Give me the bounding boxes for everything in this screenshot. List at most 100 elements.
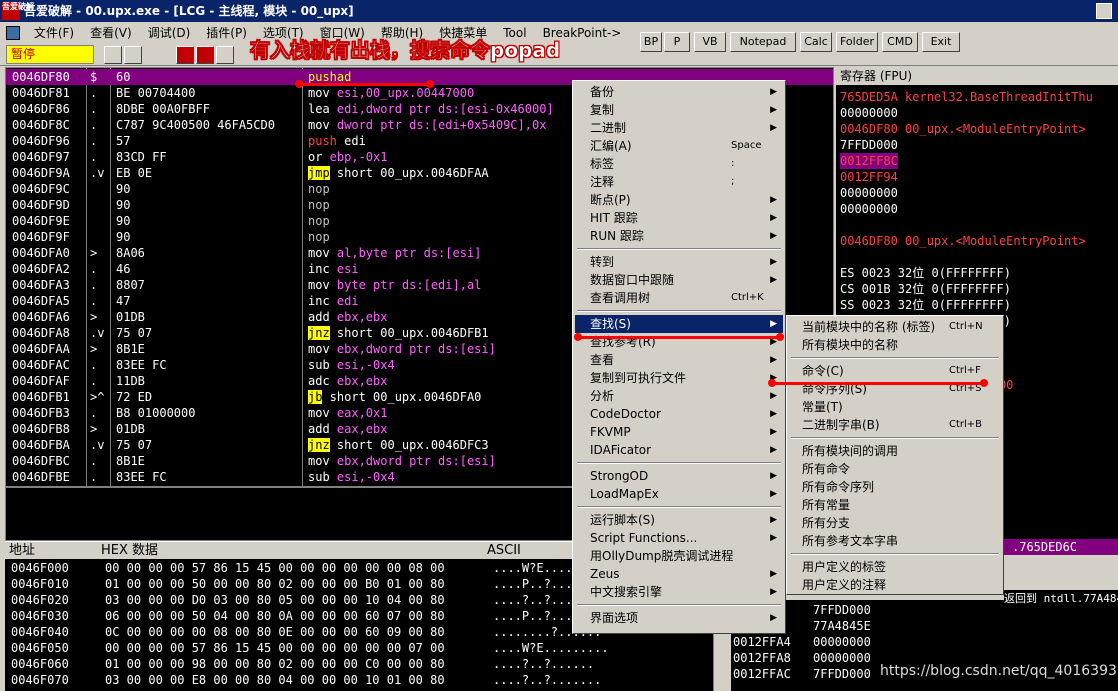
register-row[interactable]: 0046DF80 00_upx.<ModuleEntryPoint> — [840, 233, 1086, 249]
register-row[interactable]: 00000000 — [840, 201, 898, 217]
search-submenu: 当前模块中的名称 (标签) Ctrl+N 所有模块中的名称 命令(C) Ctrl+F 命令… — [786, 315, 1004, 595]
submenu-item[interactable]: 二进制字串(B) Ctrl+B — [789, 416, 1001, 434]
register-row[interactable]: 0012FF94 — [840, 169, 898, 185]
submenu-item[interactable]: 所有模块间的调用 — [789, 442, 1001, 460]
context-menu-item[interactable]: StrongOD ▶ — [575, 467, 783, 485]
register-row[interactable]: SS 0023 32位 0(FFFFFFFF) — [840, 297, 1011, 313]
submenu-item[interactable]: 当前模块中的名称 (标签) Ctrl+N — [789, 318, 1001, 336]
submenu-item[interactable]: 所有命令 — [789, 460, 1001, 478]
submenu-item[interactable]: 用户定义的标签 — [789, 558, 1001, 576]
disasm-hex: 8B1E — [116, 342, 145, 356]
submenu-item[interactable]: 命令(C) Ctrl+F — [789, 362, 1001, 380]
menu-item[interactable]: 插件(P) — [198, 22, 255, 44]
dump-row[interactable]: 0046F070 03 00 00 00 E8 00 00 80 04 00 00… — [11, 672, 711, 688]
register-row[interactable]: ES 0023 32位 0(FFFFFFFF) — [840, 265, 1011, 281]
context-menu-item[interactable]: CodeDoctor ▶ — [575, 405, 783, 423]
context-menu-item[interactable]: 注释; — [575, 173, 783, 191]
context-menu-item[interactable]: 数据窗口中跟随 ▶ — [575, 271, 783, 289]
register-row[interactable]: CS 001B 32位 0(FFFFFFFF) — [840, 281, 1011, 297]
context-menu-item[interactable]: 用OllyDump脱壳调试进程 — [575, 547, 783, 565]
context-menu-item[interactable]: 查找(S) ▶ — [575, 315, 783, 333]
disasm-flag: > — [90, 422, 98, 436]
toolbar-button-exit[interactable]: Exit — [922, 32, 960, 52]
submenu-item[interactable]: 所有分支 — [789, 514, 1001, 532]
context-menu-item[interactable]: 中文搜索引擎 ▶ — [575, 583, 783, 601]
menu-item-label: CodeDoctor — [590, 407, 661, 421]
context-menu-item[interactable]: 汇编(A) Space — [575, 137, 783, 155]
menu-item[interactable]: 调试(D) — [140, 22, 199, 44]
menu-item-label: 所有参考文本字串 — [802, 534, 899, 548]
operands: al,byte ptr ds:[esi] — [329, 246, 482, 260]
disasm-hex: 90 — [116, 198, 131, 212]
register-row[interactable]: 00000000 — [840, 185, 898, 201]
submenu-arrow-icon: ▶ — [770, 319, 777, 329]
menu-item-label: 备份 — [590, 85, 615, 99]
context-menu-item[interactable]: IDAFicator ▶ — [575, 441, 783, 459]
toolbar-button-cmd[interactable]: CMD — [882, 32, 918, 52]
register-row[interactable]: 7FFDD000 — [840, 137, 898, 153]
submenu-item[interactable]: 所有模块中的名称 — [789, 336, 1001, 354]
dump-row[interactable]: 0046F060 01 00 00 00 98 00 00 80 02 00 00… — [11, 656, 711, 672]
context-menu-item[interactable]: 备份 ▶ — [575, 83, 783, 101]
menu-item-label: 所有常量 — [802, 498, 851, 512]
context-menu-item[interactable]: Script Functions... ▶ — [575, 529, 783, 547]
disasm-instruction: inc edi — [308, 293, 359, 309]
disasm-instruction: nop — [308, 213, 330, 229]
annotation-line-find — [578, 336, 782, 339]
toolbar-button-folder[interactable]: Folder — [836, 32, 878, 52]
pause-icon[interactable] — [196, 46, 214, 64]
submenu-item[interactable]: 所有参考文本字串 — [789, 532, 1001, 550]
context-menu-item[interactable]: HIT 跟踪 ▶ — [575, 209, 783, 227]
context-menu-item[interactable]: 断点(P) ▶ — [575, 191, 783, 209]
context-menu-item[interactable]: FKVMP ▶ — [575, 423, 783, 441]
context-menu-item[interactable]: 二进制 ▶ — [575, 119, 783, 137]
menu-separator — [577, 462, 781, 464]
context-menu-item[interactable]: 转到 ▶ — [575, 253, 783, 271]
operands: esi,00_upx.00447000 — [329, 86, 475, 100]
app-menu-icon[interactable] — [6, 26, 20, 40]
submenu-item[interactable]: 所有常量 — [789, 496, 1001, 514]
run-icon[interactable] — [176, 46, 194, 64]
register-row[interactable]: 00000000 — [840, 105, 898, 121]
disasm-flag: > — [90, 310, 98, 324]
context-menu-item[interactable]: 复制到可执行文件 ▶ — [575, 369, 783, 387]
open-icon[interactable] — [104, 46, 122, 64]
toolbar-button-p[interactable]: P — [664, 32, 690, 52]
rewind-icon[interactable] — [124, 46, 142, 64]
submenu-arrow-icon: ▶ — [770, 533, 777, 543]
context-menu-item[interactable]: 查看 ▶ — [575, 351, 783, 369]
context-menu-item[interactable]: RUN 跟踪 ▶ — [575, 227, 783, 245]
context-menu-item[interactable]: 分析 ▶ — [575, 387, 783, 405]
toolbar-button-bp[interactable]: BP — [640, 32, 662, 52]
toolbar-button-vb[interactable]: VB — [694, 32, 726, 52]
disasm-flag: > — [90, 246, 98, 260]
mnemonic: push — [308, 134, 337, 148]
toolbar-button-notepad[interactable]: Notepad — [730, 32, 796, 52]
menu-item[interactable]: 查看(V) — [82, 22, 140, 44]
context-menu-item[interactable]: Zeus ▶ — [575, 565, 783, 583]
context-menu-item[interactable]: 运行脚本(S) ▶ — [575, 511, 783, 529]
submenu-item[interactable]: 所有命令序列 — [789, 478, 1001, 496]
window-control-button[interactable] — [1096, 3, 1112, 19]
step-icon[interactable] — [216, 46, 234, 64]
context-menu-item[interactable]: LoadMapEx ▶ — [575, 485, 783, 503]
context-menu-item[interactable]: 复制 ▶ — [575, 101, 783, 119]
context-menu-item[interactable]: 查看调用树 Ctrl+K — [575, 289, 783, 307]
operands: short 00_upx.0046DFB1 — [329, 326, 489, 340]
context-menu-item[interactable]: 标签: — [575, 155, 783, 173]
submenu-item[interactable]: 常量(T) — [789, 398, 1001, 416]
operands: esi,-0x4 — [329, 470, 395, 484]
submenu-item[interactable]: 用户定义的注释 — [789, 576, 1001, 594]
dump-row[interactable]: 0046F050 00 00 00 00 57 86 15 45 00 00 00… — [11, 640, 711, 656]
menu-item-label: 用OllyDump脱壳调试进程 — [590, 549, 734, 563]
dump-ascii: ....?..?...... — [493, 657, 595, 671]
context-menu-item[interactable]: 界面选项 ▶ — [575, 609, 783, 627]
mnemonic: add — [308, 310, 330, 324]
menu-item[interactable]: 文件(F) — [26, 22, 82, 44]
menu-item-label: 所有命令 — [802, 462, 851, 476]
stack-row[interactable]: 0012FFA4 00000000 — [733, 634, 933, 650]
register-row[interactable]: 0012FF8C — [840, 153, 898, 169]
register-row[interactable]: 0046DF80 00_upx.<ModuleEntryPoint> — [840, 121, 1086, 137]
toolbar-button-calc[interactable]: Calc — [800, 32, 832, 52]
register-row[interactable]: 765DED5A kernel32.BaseThreadInitThu — [840, 89, 1093, 105]
